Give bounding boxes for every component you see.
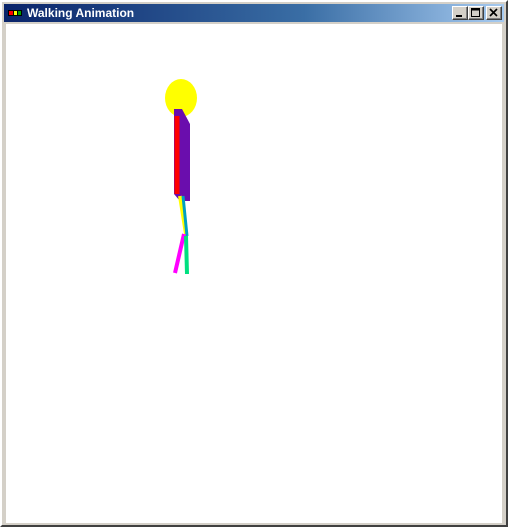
minimize-button[interactable] bbox=[452, 6, 468, 20]
minimize-icon bbox=[456, 15, 462, 17]
title-buttons bbox=[452, 6, 502, 20]
window-title: Walking Animation bbox=[27, 6, 135, 20]
maximize-button[interactable] bbox=[468, 6, 484, 20]
close-icon bbox=[489, 8, 498, 17]
title-bar[interactable]: Walking Animation bbox=[4, 4, 504, 22]
figure-lower-leg-right bbox=[184, 235, 189, 275]
canvas-area[interactable] bbox=[6, 24, 502, 523]
maximize-icon bbox=[471, 8, 480, 17]
app-icon[interactable] bbox=[7, 6, 23, 20]
app-window: Walking Animation bbox=[0, 0, 508, 527]
figure-lower-leg-left bbox=[173, 233, 186, 274]
walking-figure bbox=[165, 79, 197, 275]
close-button[interactable] bbox=[486, 6, 502, 20]
